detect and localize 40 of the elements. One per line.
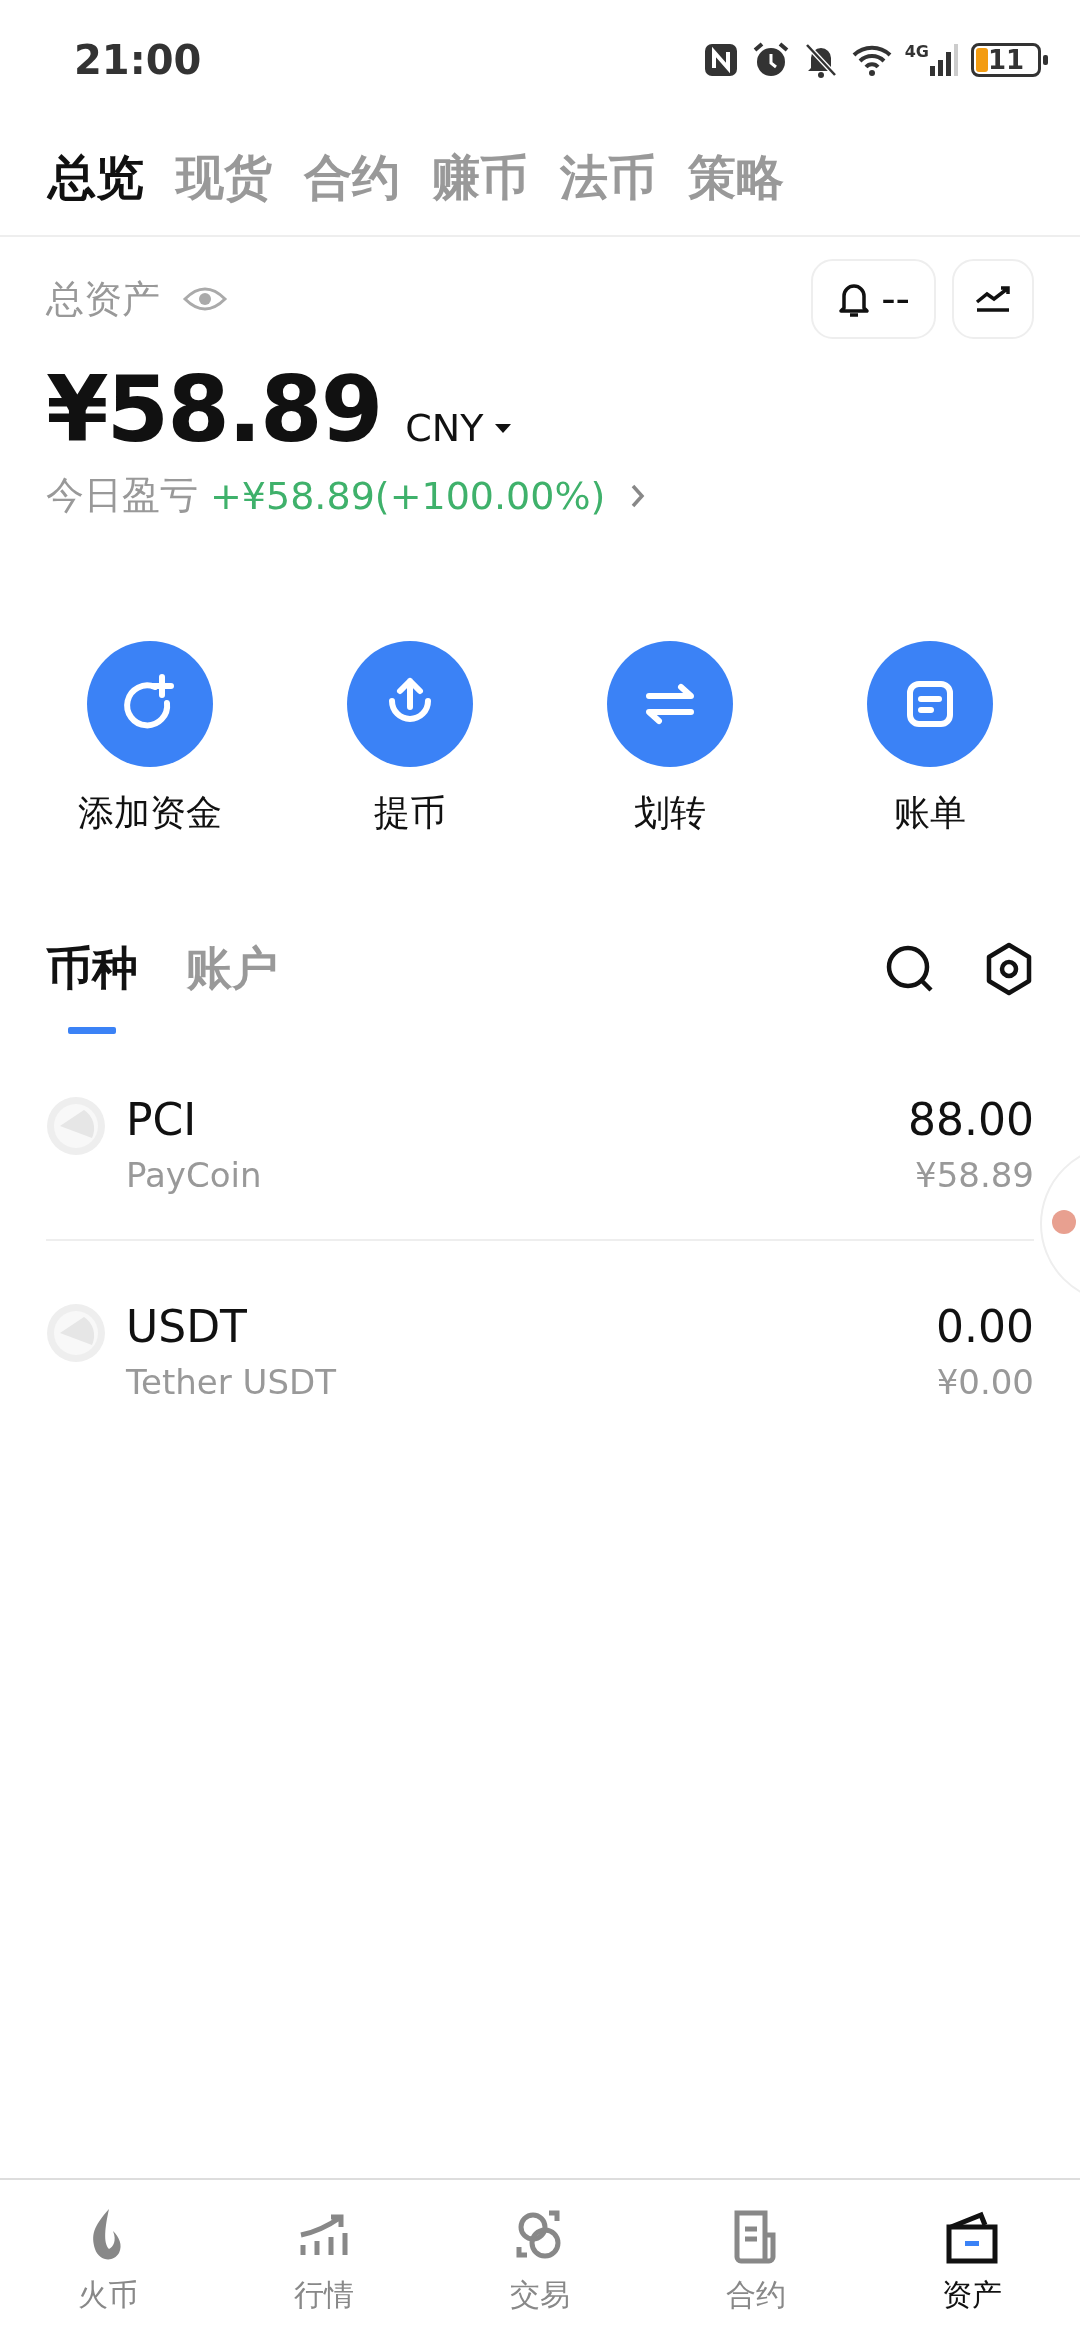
coin-value: ¥0.00 (936, 1362, 1034, 1402)
action-label[interactable]: 账单 (894, 789, 966, 838)
nav-tab[interactable]: 行情 (234, 2204, 414, 2316)
total-amount: ¥58.89 (46, 357, 382, 462)
signal-icon (929, 42, 959, 78)
caret-icon (493, 421, 514, 435)
nav-tab[interactable]: 交易 (450, 2204, 630, 2316)
action-icon[interactable] (607, 641, 733, 767)
coin-amount: 88.00 (908, 1094, 1034, 1145)
nav-tab[interactable]: 资产 (882, 2204, 1062, 2316)
action-label[interactable]: 划转 (634, 789, 706, 838)
trend-chart-button[interactable] (952, 259, 1034, 339)
nav-tab[interactable]: 合约 (666, 2204, 846, 2316)
top-tab[interactable]: 总览 (48, 145, 144, 210)
pnl-label: 今日盈亏 (46, 472, 198, 519)
coin-placeholder-icon (46, 1096, 106, 1156)
coin-name: Tether USDT (126, 1362, 336, 1402)
action-icon[interactable] (347, 641, 473, 767)
action-icon[interactable] (87, 641, 213, 767)
coin-row[interactable]: USDT Tether USDT 0.00 ¥0.00 (46, 1241, 1034, 1446)
action-icon[interactable] (867, 641, 993, 767)
status-time: 21:00 (74, 37, 202, 83)
alert-button[interactable]: -- (811, 259, 936, 339)
nav-tab[interactable]: 火币 (18, 2204, 198, 2316)
coin-symbol: USDT (126, 1301, 248, 1352)
action-label[interactable]: 添加资金 (78, 789, 222, 838)
coin-value: ¥58.89 (915, 1155, 1034, 1195)
network-type: 4G (904, 42, 929, 61)
currency-dropdown[interactable]: CNY (405, 406, 514, 450)
list-tab[interactable]: 币种 (46, 938, 138, 1034)
settings-icon[interactable] (984, 942, 1034, 996)
action-label[interactable]: 提币 (374, 789, 446, 838)
coin-row[interactable]: PCI PayCoin 88.00 ¥58.89 (46, 1034, 1034, 1241)
coin-symbol: PCI (126, 1094, 198, 1145)
coin-amount: 0.00 (936, 1301, 1034, 1352)
coin-name: PayCoin (126, 1155, 262, 1195)
nfc-icon (702, 42, 739, 78)
coin-placeholder-icon (46, 1303, 106, 1363)
total-assets-label: 总资产 (46, 275, 160, 323)
pnl-value: +¥58.89(+100.00%) (210, 473, 606, 518)
